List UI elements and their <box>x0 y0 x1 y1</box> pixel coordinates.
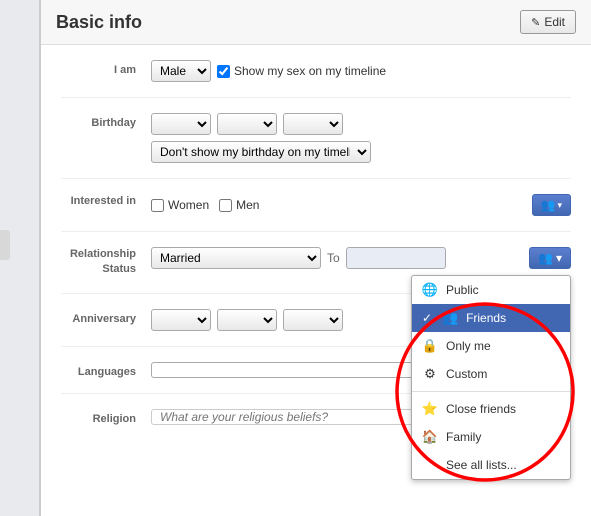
sidebar <box>0 0 40 516</box>
anniversary-year-select[interactable] <box>283 309 343 331</box>
show-sex-label[interactable]: Show my sex on my timeline <box>217 64 386 78</box>
birthday-month-select[interactable] <box>151 113 211 135</box>
dropdown-arrow-icon: ▾ <box>557 200 562 211</box>
birthday-visibility-select[interactable]: Don't show my birthday on my timeline Sh… <box>151 141 371 163</box>
relationship-dropdown-arrow: ▾ <box>556 251 562 265</box>
women-label[interactable]: Women <box>151 198 209 212</box>
relationship-friends-icon: 👥 <box>538 251 553 265</box>
birthday-day-select[interactable] <box>217 113 277 135</box>
family-label: Family <box>446 430 481 444</box>
edit-button[interactable]: ✎ Edit <box>520 10 576 34</box>
see-all-label: See all lists... <box>446 458 517 472</box>
women-checkbox[interactable] <box>151 199 164 212</box>
family-icon: 🏠 <box>422 429 438 445</box>
men-checkbox[interactable] <box>219 199 232 212</box>
anniversary-day-select[interactable] <box>217 309 277 331</box>
relationship-status-row: Relationship Status Married Single In a … <box>61 247 571 294</box>
public-icon: 🌐 <box>422 282 438 298</box>
interested-in-label: Interested in <box>61 194 151 209</box>
relationship-privacy-btn[interactable]: 👥 ▾ <box>529 247 571 269</box>
religion-label: Religion <box>61 409 151 425</box>
dropdown-item-family[interactable]: 🏠 Family <box>412 423 570 451</box>
dropdown-divider <box>412 391 570 392</box>
sidebar-indicator <box>0 230 10 260</box>
close-friends-label: Close friends <box>446 402 516 416</box>
page-title: Basic info <box>56 12 142 33</box>
dropdown-item-friends[interactable]: ✓ 👥 Friends <box>412 304 570 332</box>
interested-in-fields: Women Men 👥 ▾ <box>151 194 571 216</box>
dropdown-item-see-all[interactable]: See all lists... <box>412 451 570 479</box>
friends-label: Friends <box>466 311 506 325</box>
gender-select[interactable]: Male Female <box>151 60 211 82</box>
relationship-fields: Married Single In a relationship Engaged… <box>151 247 571 269</box>
header: Basic info ✎ Edit <box>41 0 591 45</box>
birthday-label: Birthday <box>61 113 151 129</box>
custom-label: Custom <box>446 367 487 381</box>
dropdown-item-close-friends[interactable]: ⭐ Close friends <box>412 395 570 423</box>
interested-in-row: Interested in Women Men 👥 ▾ <box>61 194 571 232</box>
pencil-icon: ✎ <box>531 16 540 29</box>
friends-dropdown-icon: 👥 <box>442 310 458 326</box>
birthday-fields: Don't show my birthday on my timeline Sh… <box>151 113 571 163</box>
dropdown-item-public[interactable]: 🌐 Public <box>412 276 570 304</box>
men-label[interactable]: Men <box>219 198 259 212</box>
checkmark-icon: ✓ <box>422 311 432 325</box>
see-all-icon <box>422 457 438 473</box>
birthday-row: Birthday Don't show my birthday on my ti… <box>61 113 571 179</box>
relationship-status-label: Relationship Status <box>61 247 151 278</box>
public-label: Public <box>446 283 479 297</box>
interested-privacy-btn[interactable]: 👥 ▾ <box>532 194 571 216</box>
languages-label: Languages <box>61 362 151 378</box>
close-friends-icon: ⭐ <box>422 401 438 417</box>
relationship-name-input[interactable] <box>346 247 446 269</box>
edit-label: Edit <box>544 15 565 29</box>
only-me-label: Only me <box>446 339 491 353</box>
i-am-row: I am Male Female Show my sex on my timel… <box>61 60 571 98</box>
content: I am Male Female Show my sex on my timel… <box>41 45 591 511</box>
dropdown-item-custom[interactable]: ⚙ Custom <box>412 360 570 388</box>
anniversary-label: Anniversary <box>61 309 151 325</box>
relationship-select-wrap: Married Single In a relationship Engaged… <box>151 247 446 269</box>
friends-icon: 👥 <box>541 198 556 212</box>
lock-icon: 🔒 <box>422 338 438 354</box>
custom-icon: ⚙ <box>422 366 438 382</box>
main-panel: Basic info ✎ Edit I am Male Female Show … <box>40 0 591 516</box>
to-label: To <box>327 251 340 265</box>
show-sex-checkbox[interactable] <box>217 65 230 78</box>
dropdown-item-only-me[interactable]: 🔒 Only me <box>412 332 570 360</box>
i-am-fields: Male Female Show my sex on my timeline <box>151 60 571 82</box>
privacy-dropdown-menu: 🌐 Public ✓ 👥 Friends 🔒 Only me <box>411 275 571 480</box>
i-am-label: I am <box>61 60 151 76</box>
anniversary-month-select[interactable] <box>151 309 211 331</box>
relationship-right: 👥 ▾ 🌐 Public ✓ 👥 Friends <box>529 247 571 269</box>
relationship-status-select[interactable]: Married Single In a relationship Engaged… <box>151 247 321 269</box>
birthday-year-select[interactable] <box>283 113 343 135</box>
